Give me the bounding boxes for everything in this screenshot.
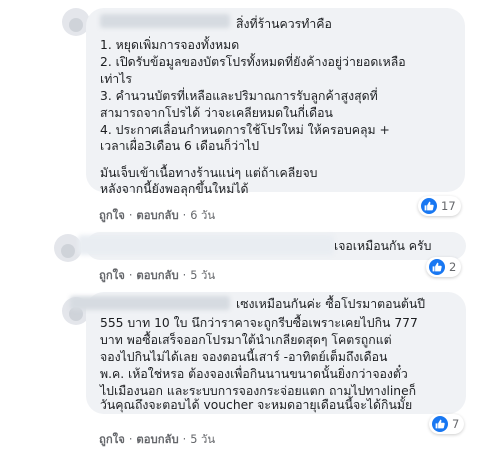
comment-line: บาท พอซื้อเสร็จออกโปรมาใต้นำเกลียดสุดๆ โ… [100, 333, 392, 347]
comment-actions: ถูกใจ · ตอบกลับ · 5 วัน [99, 266, 215, 284]
reaction-count-badge[interactable]: 17 [418, 196, 461, 216]
comment-time[interactable]: 6 วัน [190, 206, 215, 224]
comment-time[interactable]: 5 วัน [190, 430, 215, 448]
comment-line: เวลาเผื่อ3เดือน 6 เดือนก็ว่าไป [100, 139, 260, 153]
separator-dot: · [128, 209, 133, 222]
like-icon [429, 259, 445, 275]
reply-link[interactable]: ตอบกลับ [136, 430, 178, 448]
reaction-count: 7 [452, 417, 460, 431]
like-link[interactable]: ถูกใจ [99, 430, 125, 448]
reaction-count-badge[interactable]: 7 [429, 414, 465, 434]
comment-time[interactable]: 5 วัน [190, 266, 215, 284]
separator-dot: · [182, 269, 187, 282]
comment-line: วันคุณถึงจะตอบได้ voucher จะหมดอายุเดือน… [100, 398, 413, 412]
separator-dot: · [128, 269, 133, 282]
comment-line: สามารถจากโปรได้ ว่าจะเคลียหมดในกี่เดือน [100, 106, 333, 120]
separator-dot: · [182, 209, 187, 222]
comment-bubble: เซงเหมือนกันค่ะ ซื้อโปรมาตอนต้นปี 555 บา… [70, 292, 466, 414]
comment-line: จองไปกินไม่ได้เลย จองตอนนี้เสาร์ -อาทิตย… [100, 350, 388, 364]
separator-dot: · [128, 433, 133, 446]
avatar-silhouette [61, 244, 75, 258]
separator-dot: · [182, 433, 187, 446]
avatar-silhouette [69, 18, 83, 32]
comment-line: สิ่งที่ร้านควรทำคือ [236, 17, 332, 31]
comment-line: ไปเมืองนอก และระบบการจองกระจ่อยแตก ถามไป… [100, 384, 417, 398]
comment-line: พ.ค. เห้อใช่หรอ ต้องจองเพื่อกินนานขนาดนั… [100, 367, 408, 381]
comment-actions: ถูกใจ · ตอบกลับ · 5 วัน [99, 430, 215, 448]
commenter-name[interactable] [78, 235, 334, 255]
comment-line: 1. หยุดเพิ่มการจองทั้งหมด [100, 38, 240, 52]
comment-line: 2. เปิดรับข้อมูลของบัตรโปรทั้งหมดที่ยังค… [100, 55, 406, 69]
like-icon [421, 198, 437, 214]
reply-link[interactable]: ตอบกลับ [136, 206, 178, 224]
like-link[interactable]: ถูกใจ [99, 266, 125, 284]
like-link[interactable]: ถูกใจ [99, 206, 125, 224]
reaction-count: 17 [441, 199, 456, 213]
comment-line: 555 บาท 10 ใบ นึกว่าราคาจะถูกรีบซื้อเพรา… [100, 316, 418, 330]
comment-line: เซงเหมือนกันค่ะ ซื้อโปรมาตอนต้นปี [236, 297, 426, 311]
comment-line: หลังจากนี้ยังพอลุกขึ้นใหม่ได้ [100, 182, 249, 196]
comment-line: เจอเหมือนกัน ครับ [334, 239, 432, 253]
comment-line: 3. คำนวนบัตรที่เหลือและปริมาณการรับลูกค้… [100, 89, 378, 103]
comment-line: เท่าไร [100, 72, 133, 86]
comment-bubble: สิ่งที่ร้านควรทำคือ 1. หยุดเพิ่มการจองทั… [86, 8, 465, 196]
comment-line: มันเจ็บเข้าเนื้อทางร้านแน่ๆ แต่ถ้าเคลียจ… [100, 166, 318, 180]
reaction-count-badge[interactable]: 2 [426, 257, 462, 277]
reply-link[interactable]: ตอบกลับ [136, 266, 178, 284]
comment-actions: ถูกใจ · ตอบกลับ · 6 วัน [99, 206, 215, 224]
commenter-name[interactable] [100, 14, 230, 28]
commenter-name[interactable] [70, 296, 230, 310]
reaction-count: 2 [449, 260, 457, 274]
comment-line: 4. ประกาศเลื่อนกำหนดการใช้โปรใหม่ ให้ครอ… [100, 123, 390, 137]
like-icon [432, 416, 448, 432]
comment-bubble: เจอเหมือนกัน ครับ [78, 232, 466, 260]
